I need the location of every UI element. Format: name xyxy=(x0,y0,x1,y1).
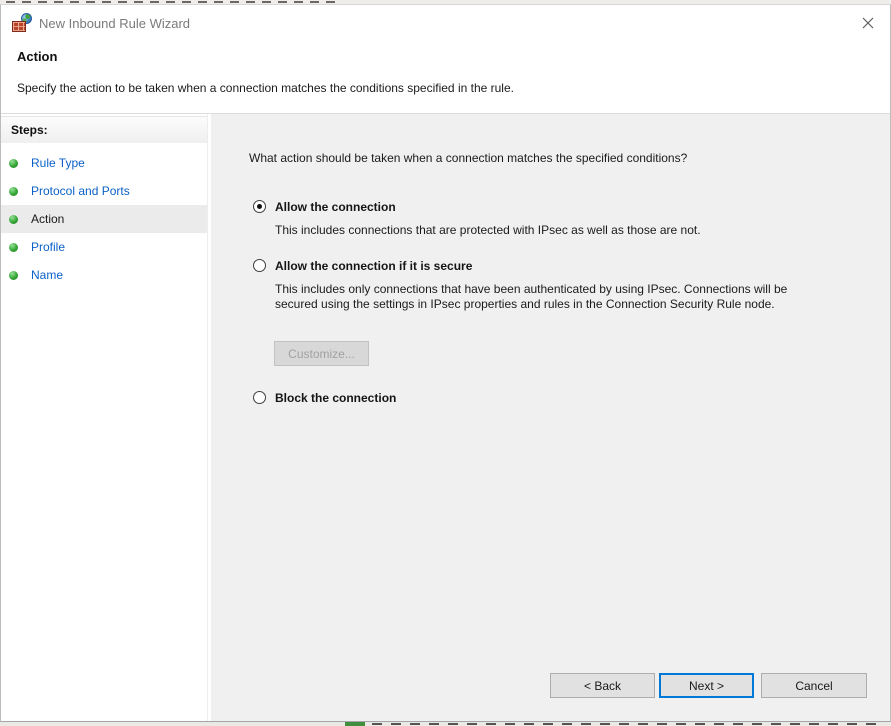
step-status-icon xyxy=(9,243,18,252)
background-window-clipped-text xyxy=(372,723,879,725)
screen: New Inbound Rule Wizard Action Specify t… xyxy=(0,0,891,726)
radio-block-connection[interactable] xyxy=(253,391,266,404)
back-button[interactable]: < Back xyxy=(550,673,655,698)
sidebar-item-label[interactable]: Rule Type xyxy=(31,156,85,170)
step-status-icon xyxy=(9,271,18,280)
background-window-bottom-edge xyxy=(0,722,891,726)
question-text: What action should be taken when a conne… xyxy=(249,151,849,165)
steps-list: Rule Type Protocol and Ports Action Prof… xyxy=(1,149,207,289)
sidebar-item-profile[interactable]: Profile xyxy=(1,233,207,261)
radio-allow-connection-label[interactable]: Allow the connection xyxy=(275,200,396,214)
sidebar-item-protocol-and-ports[interactable]: Protocol and Ports xyxy=(1,177,207,205)
sidebar-item-action-current: Action xyxy=(1,205,207,233)
page-subtitle: Specify the action to be taken when a co… xyxy=(17,81,514,95)
background-window-green-fragment xyxy=(345,722,365,726)
radio-allow-connection-description: This includes connections that are prote… xyxy=(275,223,835,238)
sidebar-item-rule-type[interactable]: Rule Type xyxy=(1,149,207,177)
customize-button[interactable]: Customize... xyxy=(274,341,369,366)
radio-allow-connection[interactable] xyxy=(253,200,266,213)
steps-heading: Steps: xyxy=(1,116,207,143)
sidebar-item-label[interactable]: Profile xyxy=(31,240,65,254)
close-icon[interactable] xyxy=(859,14,877,32)
content-panel: What action should be taken when a conne… xyxy=(211,114,890,721)
step-status-icon xyxy=(9,215,18,224)
sidebar-item-label[interactable]: Name xyxy=(31,268,63,282)
cancel-button[interactable]: Cancel xyxy=(761,673,867,698)
window-title: New Inbound Rule Wizard xyxy=(39,5,190,41)
wizard-dialog: New Inbound Rule Wizard Action Specify t… xyxy=(0,4,891,722)
background-window-clipped-text xyxy=(6,1,336,3)
firewall-icon xyxy=(12,13,32,32)
radio-allow-if-secure-label[interactable]: Allow the connection if it is secure xyxy=(275,259,472,273)
sidebar-item-label: Action xyxy=(31,212,64,226)
sidebar-item-name[interactable]: Name xyxy=(1,261,207,289)
step-status-icon xyxy=(9,187,18,196)
radio-allow-if-secure[interactable] xyxy=(253,259,266,272)
steps-panel: Steps: Rule Type Protocol and Ports Acti… xyxy=(1,114,208,721)
step-status-icon xyxy=(9,159,18,168)
title-bar: New Inbound Rule Wizard xyxy=(1,5,890,41)
radio-block-connection-label[interactable]: Block the connection xyxy=(275,391,396,405)
sidebar-item-label[interactable]: Protocol and Ports xyxy=(31,184,130,198)
brick-wall-icon xyxy=(12,21,26,32)
next-button[interactable]: Next > xyxy=(659,673,754,698)
page-title: Action xyxy=(17,49,57,64)
radio-allow-if-secure-description: This includes only connections that have… xyxy=(275,282,823,312)
